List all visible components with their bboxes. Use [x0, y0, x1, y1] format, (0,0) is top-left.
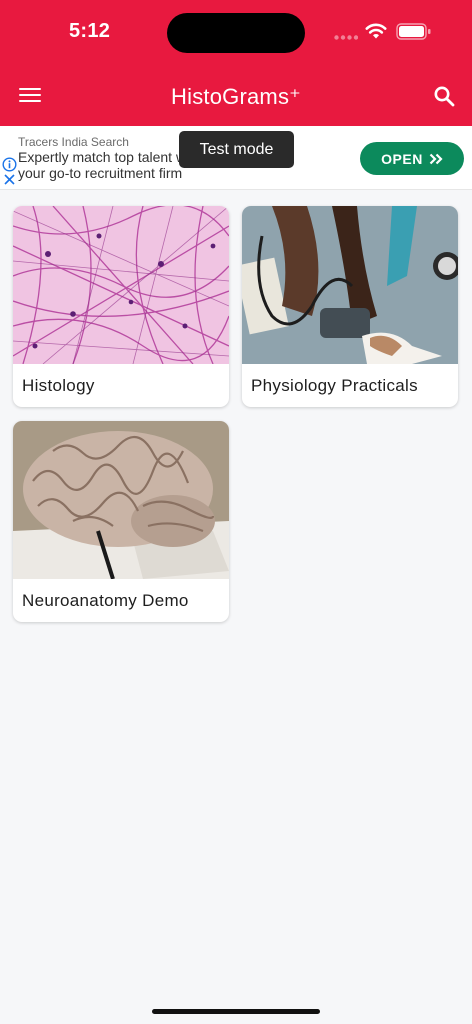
- page-title: HistoGrams⁺: [171, 84, 301, 109]
- dynamic-island: [167, 13, 305, 53]
- wifi-icon: [365, 23, 387, 39]
- ad-close-icon[interactable]: [3, 173, 16, 186]
- ad-open-button[interactable]: OPEN: [360, 142, 464, 175]
- card-physiology-practicals[interactable]: Physiology Practicals: [242, 206, 458, 407]
- neuroanatomy-image: [13, 421, 229, 579]
- status-time: 5:12: [69, 20, 111, 42]
- double-chevron-right-icon: [429, 153, 443, 164]
- card-histology[interactable]: Histology: [13, 206, 229, 407]
- home-indicator[interactable]: [152, 1009, 320, 1014]
- card-label: Neuroanatomy Demo: [22, 591, 189, 610]
- card-label: Histology: [22, 376, 95, 395]
- test-mode-toast: Test mode: [179, 131, 294, 168]
- status-bar: 5:12: [0, 0, 472, 66]
- signal-icon: [334, 35, 358, 40]
- search-button[interactable]: [432, 84, 458, 110]
- card-label: Physiology Practicals: [251, 376, 418, 395]
- physiology-image: [242, 206, 458, 364]
- ad-source: Tracers India Search: [18, 135, 129, 149]
- app-bar: HistoGrams⁺: [0, 66, 472, 126]
- battery-icon: [396, 23, 431, 40]
- card-neuroanatomy-demo[interactable]: Neuroanatomy Demo: [13, 421, 229, 622]
- search-icon: [434, 86, 455, 107]
- ad-open-label: OPEN: [381, 150, 423, 167]
- ad-info-icon[interactable]: [2, 157, 17, 172]
- histology-image: [13, 206, 229, 364]
